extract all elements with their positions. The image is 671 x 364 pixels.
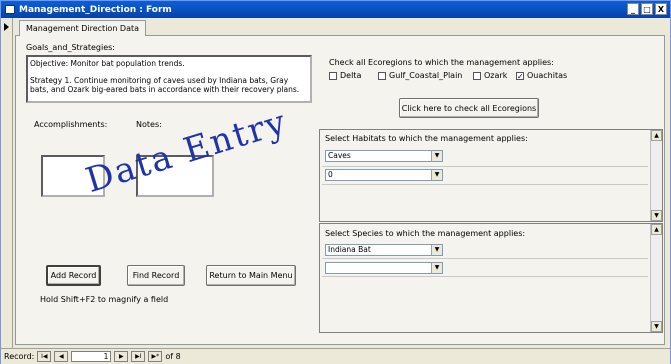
form-icon [5,5,15,14]
species-subform: Select Species to which the management a… [319,223,663,333]
tab-management-direction-data[interactable]: Management Direction Data [19,20,147,36]
scroll-down-icon[interactable]: ▼ [651,321,662,332]
return-to-main-menu-button[interactable]: Return to Main Menu [206,265,296,286]
ecoregion-gulf-coastal-plain[interactable]: Gulf_Coastal_Plain [378,71,462,80]
window-title: Management_Direction : Form [19,4,172,15]
goals-textbox[interactable]: Objective: Monitor bat population trends… [26,55,312,103]
title-bar: Management_Direction : Form _ □ X [1,1,670,18]
habitats-scrollbar[interactable]: ▲ ▼ [650,130,662,221]
check-all-ecoregions-button[interactable]: Click here to check all Ecoregions [399,98,539,118]
magnify-hint: Hold Shift+F2 to magnify a field [40,295,169,304]
species-row: ▼ [322,259,648,277]
notes-label: Notes: [136,120,162,129]
species-row: Indiana Bat ▼ [322,241,648,259]
checkbox[interactable] [329,71,337,80]
goals-label: Goals_and_Strategies: [26,43,115,52]
species-scrollbar[interactable]: ▲ ▼ [650,224,662,332]
next-record-icon[interactable]: ▶ [114,351,129,362]
scroll-down-icon[interactable]: ▼ [651,210,662,221]
dropdown-arrow-icon[interactable]: ▼ [431,245,442,255]
species-value: Indiana Bat [328,245,371,254]
species-combo[interactable]: Indiana Bat ▼ [325,244,443,256]
checkbox-label: Delta [340,71,362,80]
goals-objective: Objective: Monitor bat population trends… [30,59,185,68]
goals-strategy: Strategy 1. Continue monitoring of caves… [30,76,300,94]
minimize-button[interactable]: _ [627,3,639,15]
habitat-value: Caves [328,151,351,160]
form-window: Management_Direction : Form _ □ X Manage… [0,0,671,364]
dropdown-arrow-icon[interactable]: ▼ [431,151,442,161]
previous-record-icon[interactable]: ◀ [54,351,69,362]
ecoregions-label: Check all Ecoregions to which the manage… [329,58,554,67]
accomplishments-label: Accomplishments: [34,120,108,129]
checkbox[interactable] [378,71,386,80]
checkbox[interactable]: ✓ [516,71,524,80]
habitat-row: 0 ▼ [322,167,648,185]
close-button[interactable]: X [655,3,667,15]
last-record-icon[interactable]: ▶I [131,351,146,362]
new-record-icon[interactable]: ▶* [148,351,163,362]
habitat-value: 0 [328,170,333,179]
find-record-button[interactable]: Find Record [127,265,185,286]
habitats-subform: Select Habitats to which the management … [319,129,663,222]
scroll-up-icon[interactable]: ▲ [651,130,662,141]
habitat-combo[interactable]: 0 ▼ [325,169,443,181]
record-label: Record: [4,352,35,361]
species-label: Select Species to which the management a… [325,229,526,238]
habitats-label: Select Habitats to which the management … [325,134,528,143]
record-count: of 8 [165,352,181,361]
ecoregion-delta[interactable]: Delta [329,71,361,80]
first-record-icon[interactable]: I◀ [37,351,52,362]
ecoregion-ozark[interactable]: Ozark [473,71,507,80]
habitat-row: Caves ▼ [322,147,648,167]
species-combo[interactable]: ▼ [325,262,443,274]
maximize-button[interactable]: □ [641,3,653,15]
dropdown-arrow-icon[interactable]: ▼ [431,263,442,273]
current-record-icon [4,23,9,31]
checkbox-label: Ouachitas [527,71,568,80]
record-navigator: Record: I◀ ◀ 1 ▶ ▶I ▶* of 8 [1,348,670,364]
add-record-button[interactable]: Add Record [46,265,101,286]
habitat-combo[interactable]: Caves ▼ [325,150,443,162]
record-selector[interactable] [1,18,13,348]
checkbox-label: Gulf_Coastal_Plain [389,71,463,80]
current-record-field[interactable]: 1 [71,351,112,362]
checkbox[interactable] [473,71,481,80]
scroll-up-icon[interactable]: ▲ [651,224,662,235]
ecoregion-ouachitas[interactable]: ✓ Ouachitas [516,71,567,80]
checkbox-label: Ozark [484,71,508,80]
dropdown-arrow-icon[interactable]: ▼ [431,170,442,180]
